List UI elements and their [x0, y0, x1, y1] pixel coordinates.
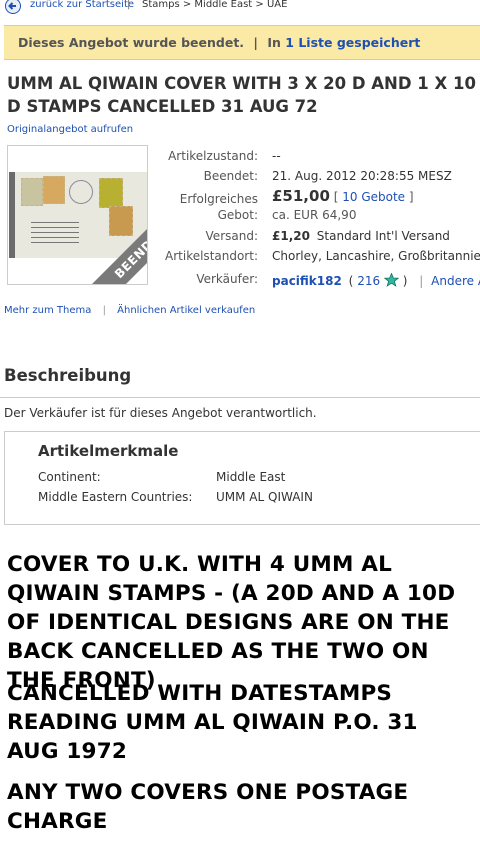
condition-value: --: [272, 149, 281, 163]
banner-separator: |: [253, 35, 258, 50]
top-nav: zurück zur Startseite | Stamps > Middle …: [0, 0, 480, 16]
seller-responsibility-text: Der Verkäufer ist für dieses Angebot ver…: [4, 406, 317, 420]
condition-label: Artikelzustand:: [168, 149, 258, 163]
bid-history-link[interactable]: 10 Gebote: [342, 190, 405, 204]
shipping-label: Versand:: [205, 229, 258, 243]
other-items-link[interactable]: Andere Art: [431, 274, 480, 288]
price-row: £51,00 [ 10 Gebote ]: [272, 187, 414, 205]
sell-similar-link[interactable]: Ähnlichen Artikel verkaufen: [117, 305, 255, 316]
related-links: Mehr zum Thema | Ähnlichen Artikel verka…: [4, 305, 255, 316]
listing-title: UMM AL QIWAIN COVER WITH 3 X 20 D AND 1 …: [7, 74, 476, 116]
winning-price: £51,00: [272, 187, 330, 205]
seller-paren-close: ): [402, 274, 408, 288]
seller-name-link[interactable]: pacifik182: [272, 274, 342, 288]
shipping-row: £1,20 Standard Int'l Versand: [272, 229, 450, 243]
description-paragraph: COVER TO U.K. WITH 4 UMM AL QIWAIN STAMP…: [7, 552, 456, 693]
cover-image: [9, 172, 147, 258]
stamp-image: [109, 206, 133, 236]
price-eur: ca. EUR 64,90: [272, 208, 357, 222]
shipping-method: Standard Int'l Versand: [316, 229, 450, 243]
description-paragraph: CANCELLED WITH DATESTAMPS READING UMM AL…: [7, 681, 418, 764]
country-value: UMM AL QIWAIN: [216, 490, 313, 504]
country-label: Middle Eastern Countries:: [38, 490, 193, 504]
item-specifics-title: Artikelmerkmale: [38, 442, 179, 460]
shipping-price: £1,20: [272, 229, 310, 243]
address-lines: [31, 222, 79, 244]
ended-banner: Dieses Angebot wurde beendet. | In 1 Lis…: [4, 25, 480, 60]
in-label: In: [267, 35, 281, 50]
location-value: Chorley, Lancashire, Großbritannien: [272, 249, 480, 263]
feedback-score-link[interactable]: 216: [357, 274, 380, 288]
breadcrumb[interactable]: Stamps > Middle East > UAE: [142, 0, 287, 10]
winning-bid-label-2: Gebot:: [217, 208, 258, 222]
continent-value: Middle East: [216, 470, 286, 484]
seller-paren-open: (: [348, 274, 354, 288]
bids-open: [: [333, 190, 339, 204]
description-paragraph: ANY TWO COVERS ONE POSTAGE CHARGE: [7, 780, 409, 834]
seller-label: Verkäufer:: [196, 272, 258, 286]
description-heading: Beschreibung: [4, 366, 132, 385]
item-specifics-box: Artikelmerkmale Continent: Middle East M…: [4, 431, 480, 525]
more-on-topic-link[interactable]: Mehr zum Thema: [4, 305, 91, 316]
ended-value: 21. Aug. 2012 20:28:55 MESZ: [272, 169, 452, 183]
ended-label: Beendet:: [203, 169, 258, 183]
ended-message: Dieses Angebot wurde beendet.: [18, 35, 245, 50]
winning-bid-label: Erfolgreiches: [179, 192, 258, 206]
stamp-image: [21, 178, 43, 206]
bids-close: ]: [408, 190, 414, 204]
seller-row: pacifik182 ( 216 ) | Andere Art: [272, 272, 480, 288]
other-items-separator: |: [419, 274, 424, 288]
item-thumbnail[interactable]: BEENDET: [7, 145, 148, 285]
continent-label: Continent:: [38, 470, 101, 484]
ended-banner-text: Dieses Angebot wurde beendet. | In 1 Lis…: [18, 35, 420, 50]
feedback-star-icon: [383, 272, 400, 287]
links-separator: |: [102, 305, 106, 316]
location-label: Artikelstandort:: [165, 249, 258, 263]
back-arrow-icon[interactable]: [4, 0, 22, 14]
stamp-image: [43, 176, 65, 204]
back-to-home-link[interactable]: zurück zur Startseite: [30, 0, 134, 10]
saved-count[interactable]: 1: [285, 35, 294, 50]
description-divider: [0, 397, 480, 398]
stamp-image: [99, 178, 123, 208]
nav-separator: |: [127, 0, 131, 10]
original-listing-link[interactable]: Originalangebot aufrufen: [7, 124, 133, 135]
postmark: [69, 180, 93, 204]
saved-list-link[interactable]: Liste gespeichert: [298, 35, 420, 50]
